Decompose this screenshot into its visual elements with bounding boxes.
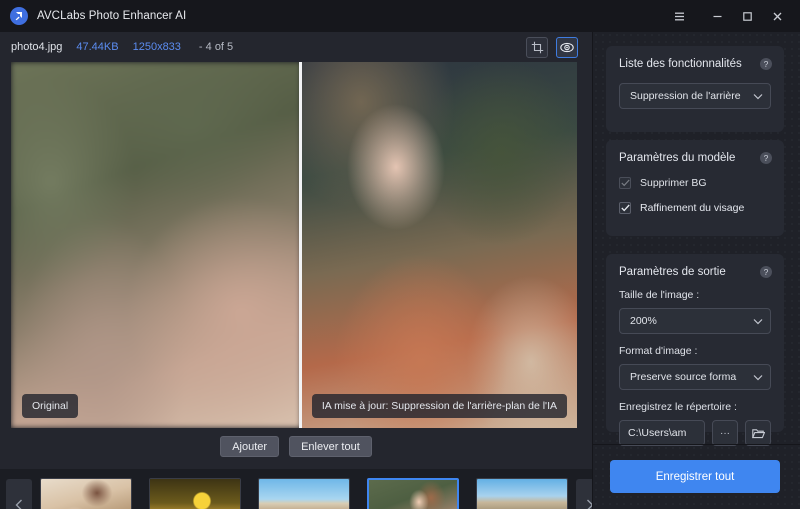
app-window: AVCLabs Photo Enhancer AI photo4.jpg 47.… (0, 0, 800, 509)
enhanced-label: IA mise à jour: Suppression de l'arrière… (311, 394, 567, 418)
model-panel-label: Paramètres du modèle (619, 152, 736, 164)
avclabs-logo-icon (10, 7, 28, 25)
chevron-down-icon (753, 93, 763, 100)
title-bar: AVCLabs Photo Enhancer AI (0, 0, 800, 32)
crop-icon[interactable] (526, 37, 548, 58)
features-panel-label: Liste des fonctionnalités (619, 58, 742, 70)
thumbnail-1[interactable] (40, 477, 132, 509)
directory-label: Enregistrez le répertoire : (619, 401, 737, 413)
image-compare-preview[interactable]: Original IA mise à jour: Suppression de … (11, 62, 577, 428)
image-size-select[interactable]: 200% (619, 308, 771, 334)
checkbox-label-face-refinement: Raffinement du visage (640, 202, 745, 214)
view-tools (526, 37, 578, 58)
folder-open-icon[interactable] (745, 420, 771, 446)
save-all-button[interactable]: Enregistrer tout (610, 460, 780, 493)
hamburger-menu-icon[interactable] (664, 0, 694, 32)
original-label: Original (22, 394, 79, 418)
features-panel: Liste des fonctionnalités ? Suppression … (606, 46, 784, 132)
checkbox-row-remove-bg[interactable]: Supprimer BG (606, 177, 784, 189)
eye-preview-icon[interactable] (556, 37, 578, 58)
model-panel: Paramètres du modèle ? Supprimer BG Raff… (606, 140, 784, 236)
checkmark-icon (619, 202, 631, 214)
model-panel-title: Paramètres du modèle ? (606, 140, 784, 164)
list-action-buttons: Ajouter Enlever tout (0, 436, 592, 457)
thumbnail-4[interactable] (367, 477, 459, 509)
thumbnail-3[interactable] (258, 477, 350, 509)
thumbnail-list (38, 477, 570, 509)
chevron-down-icon (753, 318, 763, 325)
enhanced-image (301, 62, 577, 428)
file-name: photo4.jpg (11, 41, 63, 53)
file-size: 47.44KB (76, 41, 119, 53)
output-panel-title: Paramètres de sortie ? (606, 254, 784, 278)
remove-all-button[interactable]: Enlever tout (289, 436, 372, 457)
checkmark-icon (619, 177, 631, 189)
thumbnail-5[interactable] (476, 477, 568, 509)
thumbnail-2[interactable] (149, 477, 241, 509)
file-dimensions: 1250x833 (132, 41, 181, 53)
original-image (11, 62, 301, 428)
image-size-label: Taille de l'image : (619, 289, 700, 301)
feature-select-value: Suppression de l'arrière (630, 90, 741, 102)
window-controls (664, 0, 800, 32)
sidebar-divider (593, 444, 800, 445)
close-icon[interactable] (762, 0, 792, 32)
checkbox-row-face-refinement[interactable]: Raffinement du visage (606, 202, 784, 214)
file-counter: - 4 of 5 (198, 41, 234, 53)
help-icon[interactable]: ? (760, 58, 772, 70)
chevron-left-icon[interactable] (6, 479, 32, 509)
directory-row: C:\Users\am ··· (606, 420, 784, 446)
settings-sidebar: Liste des fonctionnalités ? Suppression … (592, 32, 800, 509)
browse-button[interactable]: ··· (712, 420, 738, 446)
feature-select[interactable]: Suppression de l'arrière (619, 83, 771, 109)
output-panel-label: Paramètres de sortie (619, 266, 726, 278)
file-info-bar: photo4.jpg 47.44KB 1250x833 - 4 of 5 (0, 32, 592, 62)
directory-input[interactable]: C:\Users\am (619, 420, 705, 446)
output-panel: Paramètres de sortie ? Taille de l'image… (606, 254, 784, 446)
maximize-icon[interactable] (732, 0, 762, 32)
image-format-select[interactable]: Preserve source forma (619, 364, 771, 390)
app-title: AVCLabs Photo Enhancer AI (37, 10, 187, 22)
features-panel-title: Liste des fonctionnalités ? (606, 46, 784, 70)
thumbnail-strip (0, 469, 602, 509)
add-button[interactable]: Ajouter (220, 436, 280, 457)
compare-slider-handle[interactable] (299, 62, 302, 428)
checkbox-label-remove-bg: Supprimer BG (640, 177, 707, 189)
image-format-value: Preserve source forma (630, 371, 737, 383)
image-format-label: Format d'image : (619, 345, 698, 357)
help-icon[interactable]: ? (760, 266, 772, 278)
minimize-icon[interactable] (702, 0, 732, 32)
main-workspace: photo4.jpg 47.44KB 1250x833 - 4 of 5 Ori… (0, 32, 602, 509)
chevron-down-icon (753, 374, 763, 381)
help-icon[interactable]: ? (760, 152, 772, 164)
image-size-value: 200% (630, 315, 657, 327)
